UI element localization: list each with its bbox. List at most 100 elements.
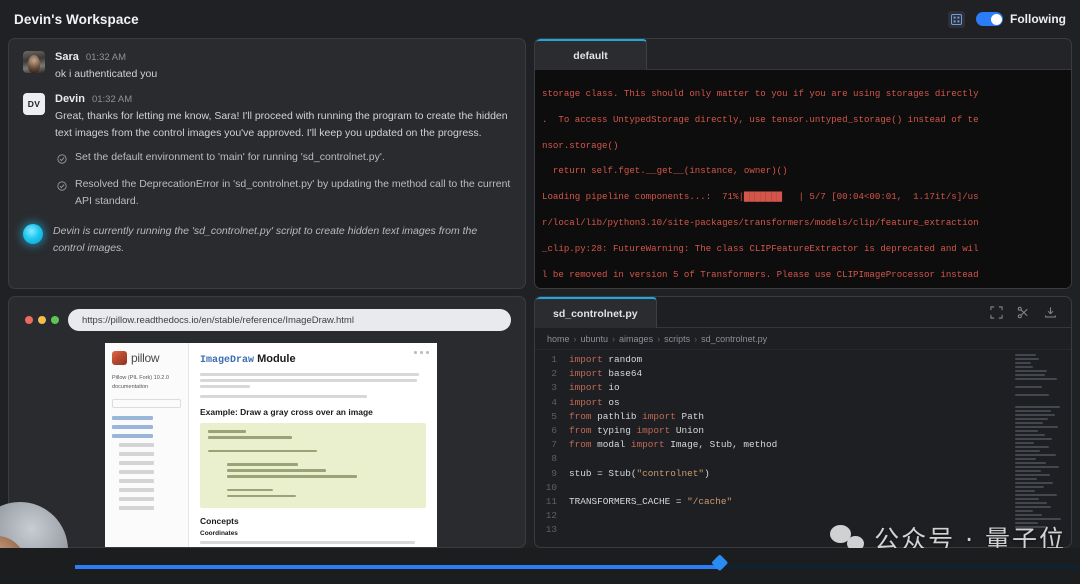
- toggle-switch[interactable]: [976, 12, 1003, 26]
- chat-panel: Sara 01:32 AM ok i authenticated you DV …: [8, 38, 526, 289]
- timeline-track[interactable]: [75, 554, 1080, 572]
- maximize-icon[interactable]: [51, 316, 59, 324]
- avatar: DV: [23, 93, 45, 115]
- docs-code-sample: [200, 423, 426, 508]
- sidebar-link[interactable]: [119, 479, 154, 484]
- window-controls: [25, 316, 59, 324]
- code-line: 11 TRANSFORMERS_CACHE = "/cache": [535, 495, 1071, 509]
- docs-heading: ImageDraw Module: [200, 353, 426, 366]
- terminal-output[interactable]: storage class. This should only matter t…: [535, 70, 1071, 288]
- breadcrumb-item[interactable]: scripts: [664, 334, 690, 344]
- docs-coordinates-heading: Coordinates: [200, 529, 238, 537]
- terminal-panel: default storage class. This should only …: [534, 38, 1072, 289]
- line-number: 7: [551, 439, 557, 451]
- message-text: Great, thanks for letting me know, Sara!…: [55, 110, 508, 139]
- close-icon[interactable]: [25, 316, 33, 324]
- browser-viewport[interactable]: pillow Pillow (PIL Fork) 10.2.0 document…: [105, 343, 437, 547]
- line-text: TRANSFORMERS_CACHE = "/cache": [569, 496, 733, 508]
- following-toggle[interactable]: Following: [976, 12, 1066, 26]
- editor-tabstrip: sd_controlnet.py: [535, 297, 1071, 328]
- code-line: 6 from typing import Union: [535, 424, 1071, 438]
- diff-icon[interactable]: [1017, 306, 1030, 319]
- pillow-wordmark: pillow: [131, 351, 160, 365]
- terminal-line: return self.fget.__get__(instance, owner…: [542, 165, 788, 177]
- message-author: Sara: [55, 51, 79, 63]
- breadcrumb-item[interactable]: ubuntu: [581, 334, 609, 344]
- message-timestamp: 01:32 AM: [85, 52, 126, 63]
- line-text: from pathlib import Path: [569, 410, 705, 422]
- browser-chrome: https://pillow.readthedocs.io/en/stable/…: [9, 297, 525, 341]
- code-viewport[interactable]: 1 import random 2 import base64 3 import io…: [535, 350, 1071, 534]
- terminal-tabstrip: default: [535, 39, 1071, 70]
- breadcrumb-item[interactable]: home: [547, 334, 570, 344]
- line-text: [569, 481, 575, 495]
- code-line: 10: [535, 481, 1071, 495]
- agent-status: Devin is currently running the 'sd_contr…: [23, 223, 511, 257]
- sidebar-link[interactable]: [119, 488, 154, 493]
- line-number: 8: [551, 453, 557, 465]
- pillow-mark-icon: [112, 351, 127, 365]
- line-text: import random: [569, 354, 643, 365]
- sidebar-link[interactable]: [119, 470, 154, 475]
- timeline-scrubber[interactable]: [0, 548, 1080, 584]
- sidebar-link[interactable]: [119, 443, 154, 448]
- breadcrumb-item[interactable]: sd_controlnet.py: [701, 334, 767, 344]
- line-text: [569, 523, 575, 534]
- docs-example-heading: Example: Draw a gray cross over an image: [200, 407, 373, 417]
- breadcrumb: home › ubuntu › aimages › scripts › sd_controlne…: [535, 328, 1071, 350]
- breadcrumb-item[interactable]: aimages: [619, 334, 653, 344]
- terminal-line: nsor.storage(): [542, 139, 619, 151]
- sidebar-link[interactable]: [119, 461, 154, 466]
- sidebar-link[interactable]: [119, 452, 154, 457]
- line-text: import os: [569, 396, 620, 408]
- code-line: 4 import os: [535, 396, 1071, 410]
- sidebar-link[interactable]: [112, 416, 154, 421]
- terminal-line: r/local/lib/python3.10/site-packages/tra…: [542, 216, 979, 228]
- activity-orb-icon: [23, 224, 43, 244]
- code-line: 2 import base64: [535, 367, 1071, 381]
- check-circle-icon: [57, 151, 67, 169]
- message-author: Devin: [55, 93, 85, 105]
- line-number: 4: [551, 396, 557, 408]
- code-line: 5 from pathlib import Path: [535, 410, 1071, 424]
- check-circle-icon: [57, 178, 67, 210]
- docs-heading-mono: ImageDraw: [200, 355, 255, 366]
- docs-version: Pillow (PIL Fork) 10.2.0 documentation: [112, 375, 169, 390]
- line-number: 6: [551, 425, 557, 437]
- tab-default[interactable]: default: [535, 39, 647, 70]
- sidebar-link[interactable]: [119, 497, 154, 502]
- todo-label: Resolved the DeprecationError in 'sd_con…: [75, 178, 511, 207]
- grid-icon[interactable]: [948, 10, 965, 28]
- minimize-icon[interactable]: [38, 316, 46, 324]
- code-line: 3 import io: [535, 381, 1071, 395]
- line-number: 1: [551, 354, 557, 365]
- expand-icon[interactable]: [990, 305, 1003, 319]
- todo-label: Set the default environment to 'main' fo…: [75, 151, 385, 163]
- line-number: 12: [545, 510, 557, 522]
- following-label: Following: [1010, 12, 1066, 26]
- message-timestamp: 01:32 AM: [91, 94, 133, 105]
- workspace-app: Devin's Workspace Following Sara 01:32 A…: [0, 0, 1080, 584]
- tab-sd-controlnet-py[interactable]: sd_controlnet.py: [535, 297, 657, 328]
- browser-panel: https://pillow.readthedocs.io/en/stable/…: [8, 296, 526, 548]
- todo-item: Resolved the DeprecationError in 'sd_con…: [55, 176, 511, 210]
- code-line: 9 stub = Stub("controlnet"): [535, 467, 1071, 481]
- code-minimap[interactable]: [1015, 354, 1067, 530]
- line-number: 3: [551, 382, 557, 394]
- code-editor-panel: sd_controlnet.py home › ubuntu › aimages…: [534, 296, 1072, 548]
- app-header: Devin's Workspace Following: [0, 0, 1080, 38]
- code-line: 1 import random: [535, 353, 1071, 367]
- terminal-line: . To access UntypedStorage directly, use…: [542, 113, 979, 125]
- url-input[interactable]: https://pillow.readthedocs.io/en/stable/…: [68, 309, 511, 331]
- sidebar-link[interactable]: [119, 506, 154, 511]
- line-number: 11: [545, 496, 557, 508]
- line-number: 10: [545, 481, 557, 493]
- terminal-line: _clip.py:28: FutureWarning: The class CL…: [542, 242, 979, 254]
- download-icon[interactable]: [1044, 306, 1057, 319]
- docs-concepts-heading: Concepts: [200, 515, 239, 526]
- docs-search-input[interactable]: [112, 399, 181, 409]
- terminal-line: storage class. This should only matter t…: [542, 87, 979, 99]
- sidebar-link[interactable]: [112, 425, 154, 430]
- sidebar-link[interactable]: [112, 434, 154, 439]
- line-text: import base64: [569, 368, 643, 380]
